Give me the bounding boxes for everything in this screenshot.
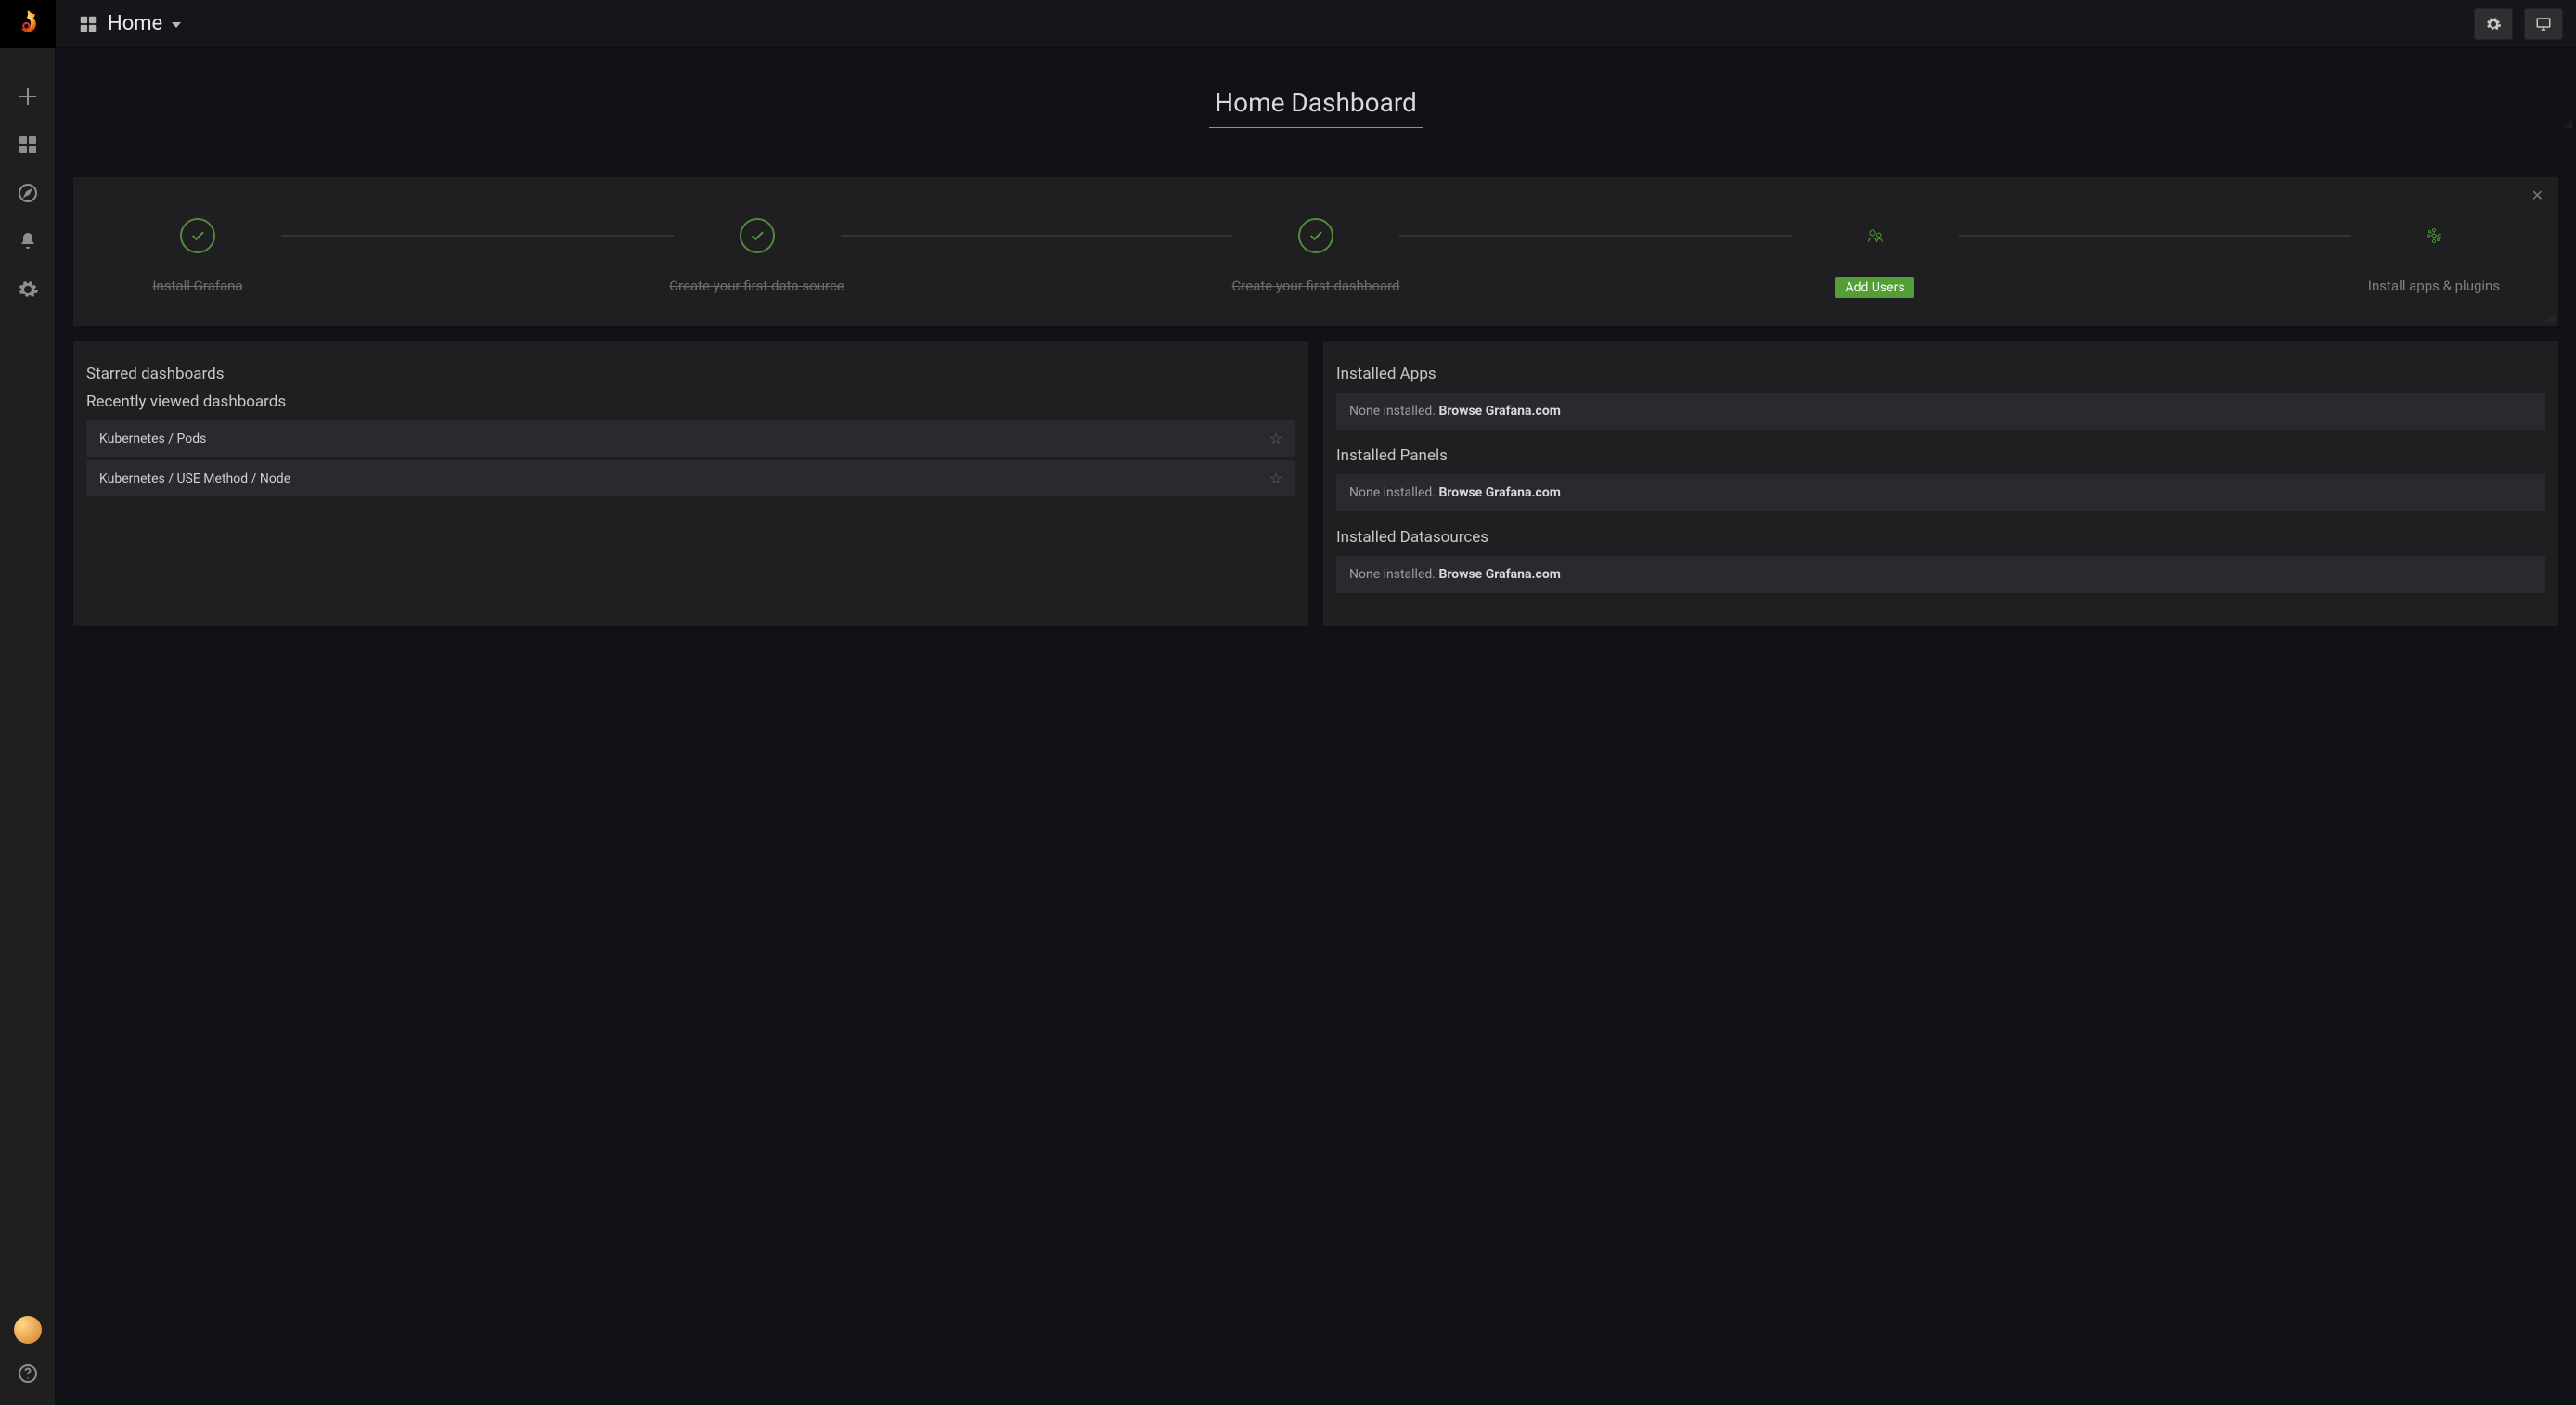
- gs-step-data-source: Create your first data source: [674, 218, 841, 294]
- installed-panels-empty: None installed. Browse Grafana.com: [1336, 474, 2545, 511]
- users-icon: [1857, 218, 1894, 253]
- gs-step-label: Create your first data source: [669, 277, 844, 294]
- dashboards-panel: Starred dashboards Recently viewed dashb…: [72, 340, 1309, 627]
- gear-icon: [17, 278, 39, 301]
- getting-started-steps: Install Grafana Create your first data s…: [96, 218, 2536, 298]
- browse-link[interactable]: Browse Grafana.com: [1438, 485, 1560, 500]
- gs-connector: [841, 235, 1233, 237]
- installed-ds-empty: None installed. Browse Grafana.com: [1336, 556, 2545, 593]
- empty-text: None installed.: [1349, 485, 1438, 500]
- header-right: [2474, 8, 2563, 40]
- gs-connector: [1959, 235, 2351, 237]
- body-columns: Starred dashboards Recently viewed dashb…: [72, 340, 2559, 627]
- monitor-icon: [2535, 16, 2552, 32]
- plugins-panel: Installed Apps None installed. Browse Gr…: [1322, 340, 2559, 627]
- close-icon: ✕: [2531, 187, 2544, 204]
- empty-text: None installed.: [1349, 404, 1438, 419]
- star-icon[interactable]: ☆: [1269, 470, 1282, 487]
- gear-icon: [2485, 16, 2502, 32]
- main: Home Home Dashboard ✕ Install Grafana: [56, 0, 2576, 1405]
- empty-text: None installed.: [1349, 567, 1438, 582]
- gs-step-dashboard: Create your first dashboard: [1232, 218, 1399, 294]
- top-header: Home: [56, 0, 2576, 48]
- star-icon[interactable]: ☆: [1269, 430, 1282, 447]
- recent-dashboard-row[interactable]: Kubernetes / Pods ☆: [86, 420, 1295, 457]
- close-getting-started[interactable]: ✕: [2531, 188, 2544, 203]
- gs-connector: [1399, 235, 1792, 237]
- recent-dashboard-row[interactable]: Kubernetes / USE Method / Node ☆: [86, 460, 1295, 496]
- grafana-logo-icon: [12, 8, 44, 40]
- bell-icon: [17, 230, 39, 252]
- dashboard-link: Kubernetes / Pods: [99, 432, 206, 446]
- nav-help[interactable]: [0, 1353, 56, 1394]
- dashboard-settings-button[interactable]: [2474, 8, 2513, 40]
- gs-step-add-users: Add Users: [1792, 218, 1959, 298]
- apps-icon: [2415, 218, 2453, 253]
- user-avatar[interactable]: [14, 1316, 42, 1344]
- nav-alerting[interactable]: [0, 221, 56, 262]
- installed-apps-title: Installed Apps: [1336, 365, 2545, 383]
- installed-panels-title: Installed Panels: [1336, 446, 2545, 465]
- getting-started-panel: ✕ Install Grafana Create your first data…: [72, 176, 2559, 327]
- gs-step-plugins[interactable]: Install apps & plugins: [2351, 218, 2518, 294]
- nav-create[interactable]: [0, 76, 56, 117]
- dashboard-title: Home: [108, 12, 162, 35]
- check-circle-icon: [740, 218, 775, 253]
- recent-dashboards-title: Recently viewed dashboards: [86, 393, 1295, 411]
- page-title-row: Home Dashboard: [56, 87, 2576, 128]
- help-icon: [17, 1362, 39, 1385]
- check-circle-icon: [180, 218, 215, 253]
- gs-step-label: Install apps & plugins: [2368, 277, 2500, 294]
- browse-link[interactable]: Browse Grafana.com: [1438, 567, 1560, 582]
- nav-items: [0, 76, 56, 310]
- nav-explore[interactable]: [0, 173, 56, 213]
- gs-step-label: Install Grafana: [152, 277, 242, 294]
- nav-rail: [0, 0, 56, 1405]
- nav-bottom: [0, 1316, 56, 1405]
- dashboards-grid-icon: [78, 14, 98, 34]
- nav-dashboards[interactable]: [0, 124, 56, 165]
- resize-handle-icon[interactable]: [2563, 119, 2572, 128]
- resize-handle-icon[interactable]: [2545, 313, 2555, 322]
- gs-step-install-grafana: Install Grafana: [114, 218, 281, 294]
- check-circle-icon: [1298, 218, 1333, 253]
- installed-apps-empty: None installed. Browse Grafana.com: [1336, 393, 2545, 430]
- add-users-button[interactable]: Add Users: [1835, 277, 1913, 298]
- gs-step-label: Create your first dashboard: [1232, 277, 1400, 294]
- gs-connector: [281, 235, 674, 237]
- dashboard-dropdown[interactable]: Home: [71, 8, 188, 39]
- compass-icon: [17, 182, 39, 204]
- plus-icon: [17, 85, 39, 108]
- grafana-logo[interactable]: [0, 0, 56, 48]
- installed-datasources-title: Installed Datasources: [1336, 528, 2545, 547]
- view-mode-button[interactable]: [2524, 8, 2563, 40]
- dashboards-grid-icon: [17, 134, 39, 156]
- page-title: Home Dashboard: [1209, 87, 1423, 128]
- chevron-down-icon: [172, 22, 181, 28]
- nav-configuration[interactable]: [0, 269, 56, 310]
- dashboard-link: Kubernetes / USE Method / Node: [99, 471, 290, 486]
- starred-dashboards-title: Starred dashboards: [86, 365, 1295, 383]
- browse-link[interactable]: Browse Grafana.com: [1438, 404, 1560, 419]
